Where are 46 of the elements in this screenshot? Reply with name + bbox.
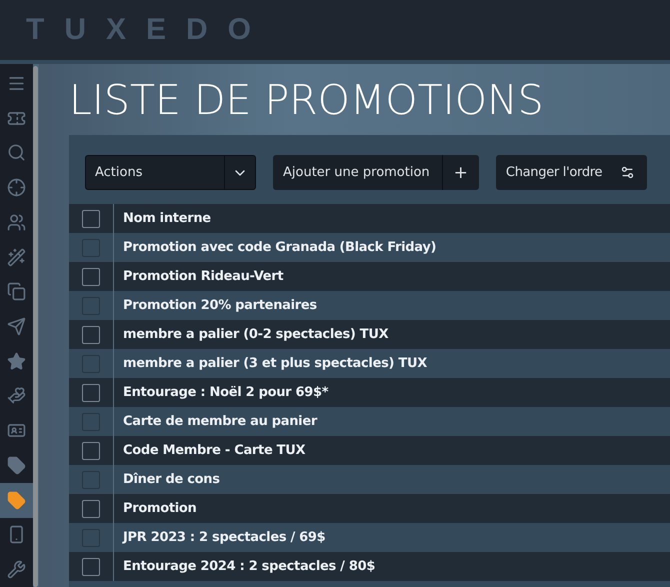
smartphone-icon: [7, 525, 26, 544]
table-cell-text: Dîner de cons: [122, 472, 220, 487]
checkbox[interactable]: [82, 384, 100, 402]
table-cell-text: Promotion avec code Granada (Black Friday): [122, 240, 436, 255]
table-cell-text: Promotion: [122, 501, 197, 516]
magic-wand-icon: [7, 248, 26, 267]
table-cell-text: Carte de membre au panier: [122, 414, 317, 429]
column-header[interactable]: Nom interne: [114, 211, 211, 226]
checkbox[interactable]: [82, 500, 100, 518]
checkbox[interactable]: [82, 354, 100, 372]
add-button[interactable]: +: [442, 155, 479, 190]
hand-heart-icon: [7, 386, 26, 406]
checkbox[interactable]: [82, 268, 100, 286]
star-icon: [7, 352, 26, 371]
search-icon: [7, 143, 26, 162]
paper-plane-icon: [7, 317, 26, 336]
checkbox[interactable]: [82, 412, 100, 430]
table-cell-text: JPR 2023 : 2 spectacles / 69$: [121, 530, 326, 545]
table-cell-text: Promotion Rideau-Vert: [122, 269, 284, 284]
users-icon: [7, 212, 26, 232]
scrollbar[interactable]: [33, 66, 38, 587]
checkbox[interactable]: [82, 238, 100, 256]
table-cell-text: Entourage 2024 : 2 spectacles / 80$: [122, 559, 376, 574]
table-cell-text: membre a palier (0-2 spectacles) TUX: [122, 327, 388, 342]
checkbox[interactable]: [82, 442, 100, 460]
tools-icon: [7, 560, 26, 580]
tag-icon: [7, 456, 26, 475]
cards-icon: [7, 282, 26, 302]
reorder-button[interactable]: Changer l'ordre: [496, 155, 648, 190]
logo: TUXEDO: [26, 13, 272, 47]
checkbox[interactable]: [82, 470, 100, 488]
checkbox[interactable]: [82, 296, 100, 314]
checkbox[interactable]: [82, 326, 100, 344]
table-cell-text: Code Membre - Carte TUX: [122, 443, 306, 458]
checkbox[interactable]: [82, 558, 100, 576]
checkbox[interactable]: [82, 528, 100, 546]
table-cell-text: Promotion 20% partenaires: [122, 298, 317, 313]
table-cell-text: Entourage : Noël 2 pour 69$*: [122, 385, 328, 400]
tag-icon: [7, 490, 26, 510]
actions-select[interactable]: Actions: [85, 155, 256, 190]
page-title: LISTE DE PROMOTIONS: [69, 75, 545, 126]
table-cell-text: membre a palier (3 et plus spectacles) TUX: [122, 356, 427, 371]
checkbox[interactable]: [82, 210, 100, 228]
sidebar-item[interactable]: [0, 482, 33, 518]
crosshair-icon: [7, 178, 26, 198]
add-promotion-button[interactable]: Ajouter une promotion: [273, 155, 442, 190]
